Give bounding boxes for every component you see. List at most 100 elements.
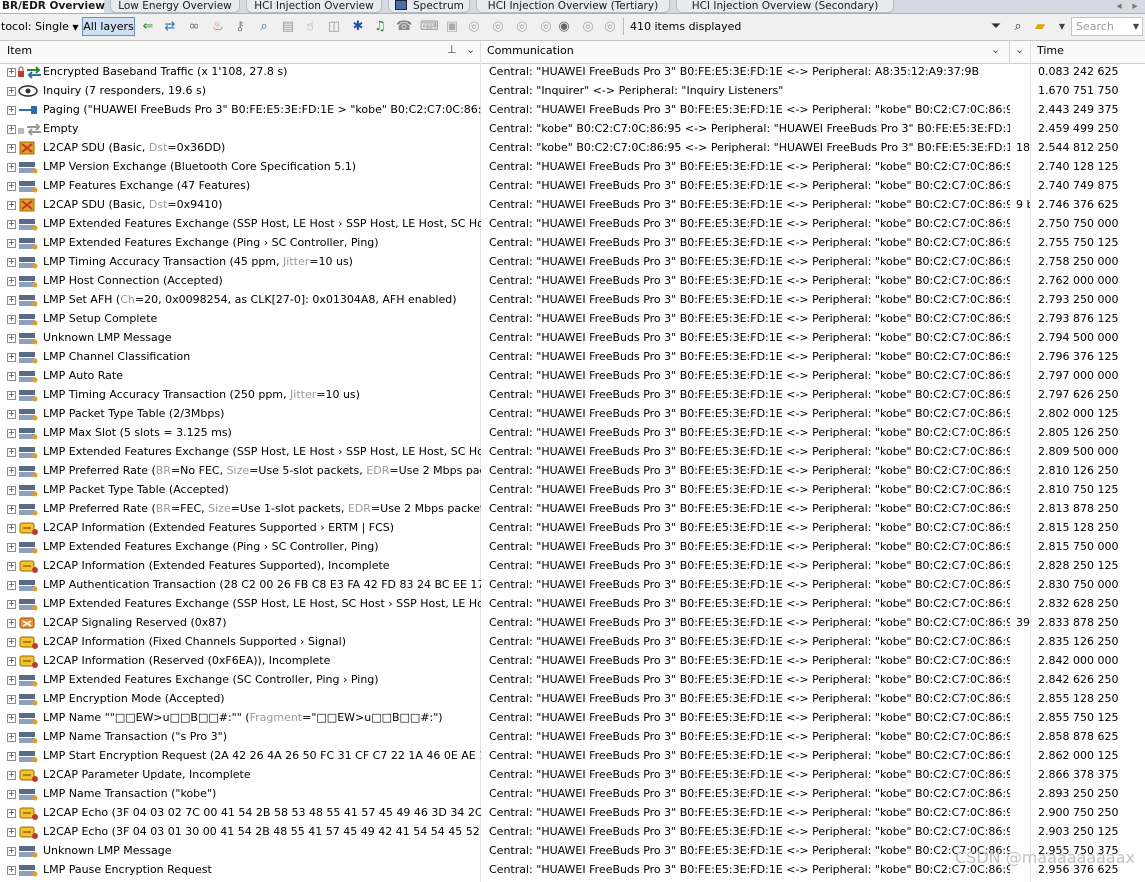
expand-icon[interactable]: + [7,733,16,742]
expand-icon[interactable]: + [7,410,16,419]
expand-icon[interactable]: + [7,201,16,210]
arrow-left-icon[interactable]: ⇐ [140,18,156,35]
tab-spectrum[interactable]: Spectrum [388,0,470,13]
expand-icon[interactable]: + [7,676,16,685]
layer-icon[interactable]: ♨ [210,18,226,35]
tab-scroll-left-icon[interactable]: ◂ [1112,0,1126,13]
table-row[interactable]: + LMP Extended Features Exchange (SC Cont… [0,671,1145,690]
table-row[interactable]: + L2CAP Parameter Update, Incomplete Centr… [0,766,1145,785]
globe-icon[interactable]: ◉ [556,18,572,35]
table-row[interactable]: + L2CAP Information (Fixed Channels Suppo… [0,633,1145,652]
expand-icon[interactable]: + [7,258,16,267]
expand-icon[interactable]: + [7,239,16,248]
table-row[interactable]: + LMP Encryption Mode (Accepted) Central: … [0,690,1145,709]
table-row[interactable]: + LMP Packet Type Table (2/3Mbps) Central:… [0,405,1145,424]
expand-icon[interactable]: + [7,372,16,381]
filter-icon[interactable]: ⏷ [988,18,1004,35]
column-communication-chevron-icon[interactable]: ⌄ [991,43,1000,56]
search-input[interactable]: Search ▼ [1071,17,1143,36]
key-icon[interactable]: ⚷ [232,18,248,35]
table-row[interactable]: + L2CAP SDU (Basic, Dst=0x36DD) Central: "… [0,139,1145,158]
table-row[interactable]: + L2CAP Echo (3F 04 03 01 30 00 41 54 2B … [0,823,1145,842]
table-row[interactable]: + L2CAP Information (Reserved (0xF6EA)), … [0,652,1145,671]
table-row[interactable]: + LMP Extended Features Exchange (SSP Hos… [0,443,1145,462]
column-extra-chevron-icon[interactable]: ⌄ [1015,43,1024,56]
column-item-chevron-icon[interactable]: ⌄ [466,43,475,56]
pin-icon[interactable]: ⊥ [447,43,457,56]
expand-icon[interactable]: + [7,562,16,571]
expand-icon[interactable]: + [7,543,16,552]
expand-icon[interactable]: + [7,486,16,495]
expand-icon[interactable]: + [7,809,16,818]
table-row[interactable]: + LMP Start Encryption Request (2A 42 26 … [0,747,1145,766]
table-row[interactable]: + LMP Host Connection (Accepted) Central: … [0,272,1145,291]
table-row[interactable]: + LMP Features Exchange (47 Features) Cent… [0,177,1145,196]
expand-icon[interactable]: + [7,790,16,799]
table-row[interactable]: + LMP Extended Features Exchange (SSP Hos… [0,595,1145,614]
table-row[interactable]: + LMP Preferred Rate (BR=FEC, Size=Use 1-… [0,500,1145,519]
table-row[interactable]: + LMP Setup Complete Central: "HUAWEI Free… [0,310,1145,329]
tab-hci-injection-secondary[interactable]: HCI Injection Overview (Secondary) [676,0,894,13]
column-header-time[interactable]: Time [1030,41,1145,63]
table-row[interactable]: + Encrypted Baseband Traffic (x 1'108, 27… [0,63,1145,82]
keyboard-icon[interactable]: ⌨ [420,18,439,35]
expand-icon[interactable]: + [7,847,16,856]
expand-icon[interactable]: + [7,448,16,457]
profile-icon-6[interactable]: ◎ [602,18,618,35]
table-row[interactable]: + LMP Packet Type Table (Accepted) Central… [0,481,1145,500]
table-row[interactable]: + L2CAP Echo (3F 04 03 02 7C 00 41 54 2B … [0,804,1145,823]
expand-icon[interactable]: + [7,695,16,704]
exchange-icon[interactable]: ⇄ [162,18,178,35]
expand-icon[interactable]: + [7,87,16,96]
phone-icon[interactable]: ☎ [396,18,412,35]
expand-icon[interactable]: + [7,505,16,514]
table-row[interactable]: + LMP Channel Classification Central: "HUA… [0,348,1145,367]
mouse-icon[interactable]: ◫ [326,18,342,35]
expand-icon[interactable]: + [7,581,16,590]
expand-icon[interactable]: + [7,429,16,438]
link-icon[interactable]: ∞ [186,18,202,35]
table-row[interactable]: + L2CAP SDU (Basic, Dst=0x9410) Central: "… [0,196,1145,215]
column-header-communication[interactable]: Communication [480,41,1010,63]
expand-icon[interactable]: + [7,125,16,134]
table-row[interactable]: + LMP Timing Accuracy Transaction (250 pp… [0,386,1145,405]
expand-icon[interactable]: + [7,714,16,723]
expand-icon[interactable]: + [7,353,16,362]
search-icon[interactable]: ⌕ [1010,18,1026,35]
table-row[interactable]: + LMP Preferred Rate (BR=No FEC, Size=Use… [0,462,1145,481]
highlight-icon[interactable]: ▰ [1032,18,1048,35]
expand-icon[interactable]: + [7,68,16,77]
expand-icon[interactable]: + [7,220,16,229]
magnifier-icon[interactable]: ⌕ [256,18,272,35]
column-header-item[interactable]: Item [0,41,480,63]
tab-hci-injection-tertiary[interactable]: HCI Injection Overview (Tertiary) [476,0,670,13]
table-row[interactable]: + Inquiry (7 responders, 19.6 s) Central: … [0,82,1145,101]
table-row[interactable]: + LMP Timing Accuracy Transaction (45 ppm… [0,253,1145,272]
column-divider[interactable] [1009,41,1010,63]
profile-icon-2[interactable]: ◎ [490,18,506,35]
expand-icon[interactable]: + [7,144,16,153]
expand-icon[interactable]: + [7,296,16,305]
table-row[interactable]: + LMP Name Transaction ("s Pro 3") Central… [0,728,1145,747]
table-row[interactable]: + LMP Extended Features Exchange (Ping › … [0,234,1145,253]
table-row[interactable]: + LMP Extended Features Exchange (Ping › … [0,538,1145,557]
pointer-icon[interactable]: ☝ [302,18,318,35]
protocol-select[interactable]: tocol: Single ▼ [1,20,79,33]
tab-hci-injection-overview[interactable]: HCI Injection Overview [246,0,382,13]
search-dropdown-icon[interactable]: ▼ [1133,18,1139,35]
expand-icon[interactable]: + [7,524,16,533]
table-row[interactable]: + LMP Name ""□□EW>u□□B□□#:"" (Fragment="□… [0,709,1145,728]
expand-icon[interactable]: + [7,619,16,628]
highlight-dropdown-icon[interactable]: ▼ [1054,18,1070,35]
expand-icon[interactable]: + [7,866,16,875]
table-row[interactable]: + Paging ("HUAWEI FreeBuds Pro 3" B0:FE:E… [0,101,1145,120]
tab-low-energy-overview[interactable]: Low Energy Overview [110,0,240,13]
profile-icon-4[interactable]: ◎ [538,18,554,35]
table-row[interactable]: + LMP Extended Features Exchange (SSP Hos… [0,215,1145,234]
expand-icon[interactable]: + [7,752,16,761]
document-icon[interactable]: ▤ [280,18,296,35]
profile-icon-3[interactable]: ◎ [514,18,530,35]
expand-icon[interactable]: + [7,182,16,191]
table-row[interactable]: + LMP Set AFH (Ch=20, 0x0098254, as CLK[2… [0,291,1145,310]
hid-icon[interactable]: ▣ [444,18,460,35]
